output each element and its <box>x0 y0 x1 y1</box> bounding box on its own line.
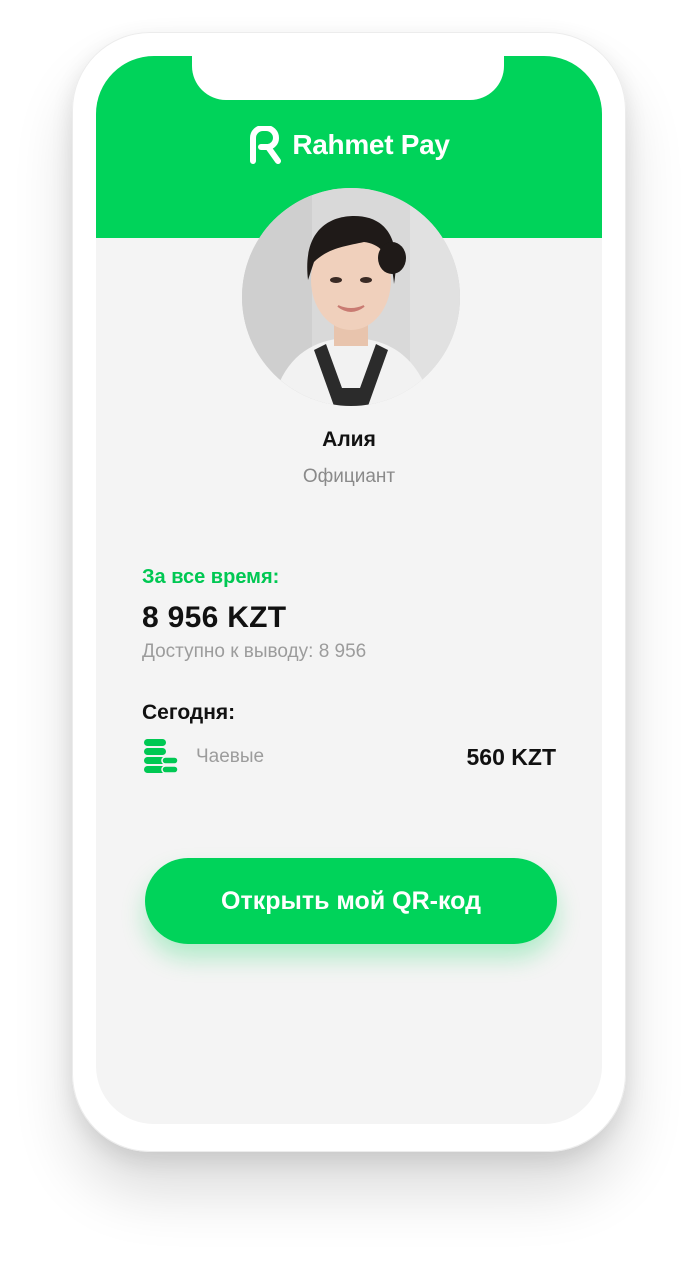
phone-frame: Rahmet Pay Алия Официант За все время: 8… <box>72 32 626 1152</box>
profile-name: Алия <box>322 428 376 451</box>
all-time-label: За все время: <box>142 566 280 588</box>
waitress-photo <box>242 188 460 406</box>
coins-stack-icon <box>144 739 179 774</box>
app-screen: Rahmet Pay Алия Официант За все время: 8… <box>96 56 602 1124</box>
rahmet-r-logo-icon <box>250 126 282 164</box>
available-amount: Доступно к выводу: 8 956 <box>142 641 367 662</box>
avatar <box>242 188 460 406</box>
tips-row: Чаевые 560 KZT <box>142 737 556 777</box>
today-label: Сегодня: <box>142 701 236 724</box>
tips-amount: 560 KZT <box>466 743 556 770</box>
brand: Rahmet Pay <box>96 126 602 164</box>
stage: Rahmet Pay Алия Официант За все время: 8… <box>0 0 698 1266</box>
tips-left: Чаевые <box>142 737 264 777</box>
all-time-total: 8 956 KZT <box>142 601 287 634</box>
phone-notch <box>192 56 504 100</box>
earnings-section: За все время: 8 956 KZT Доступно к вывод… <box>142 566 556 777</box>
tips-label: Чаевые <box>196 746 265 767</box>
profile-role: Официант <box>302 466 396 487</box>
open-qr-button[interactable]: Открыть мой QR-код <box>145 858 557 944</box>
brand-name: Rahmet Pay <box>292 129 450 160</box>
